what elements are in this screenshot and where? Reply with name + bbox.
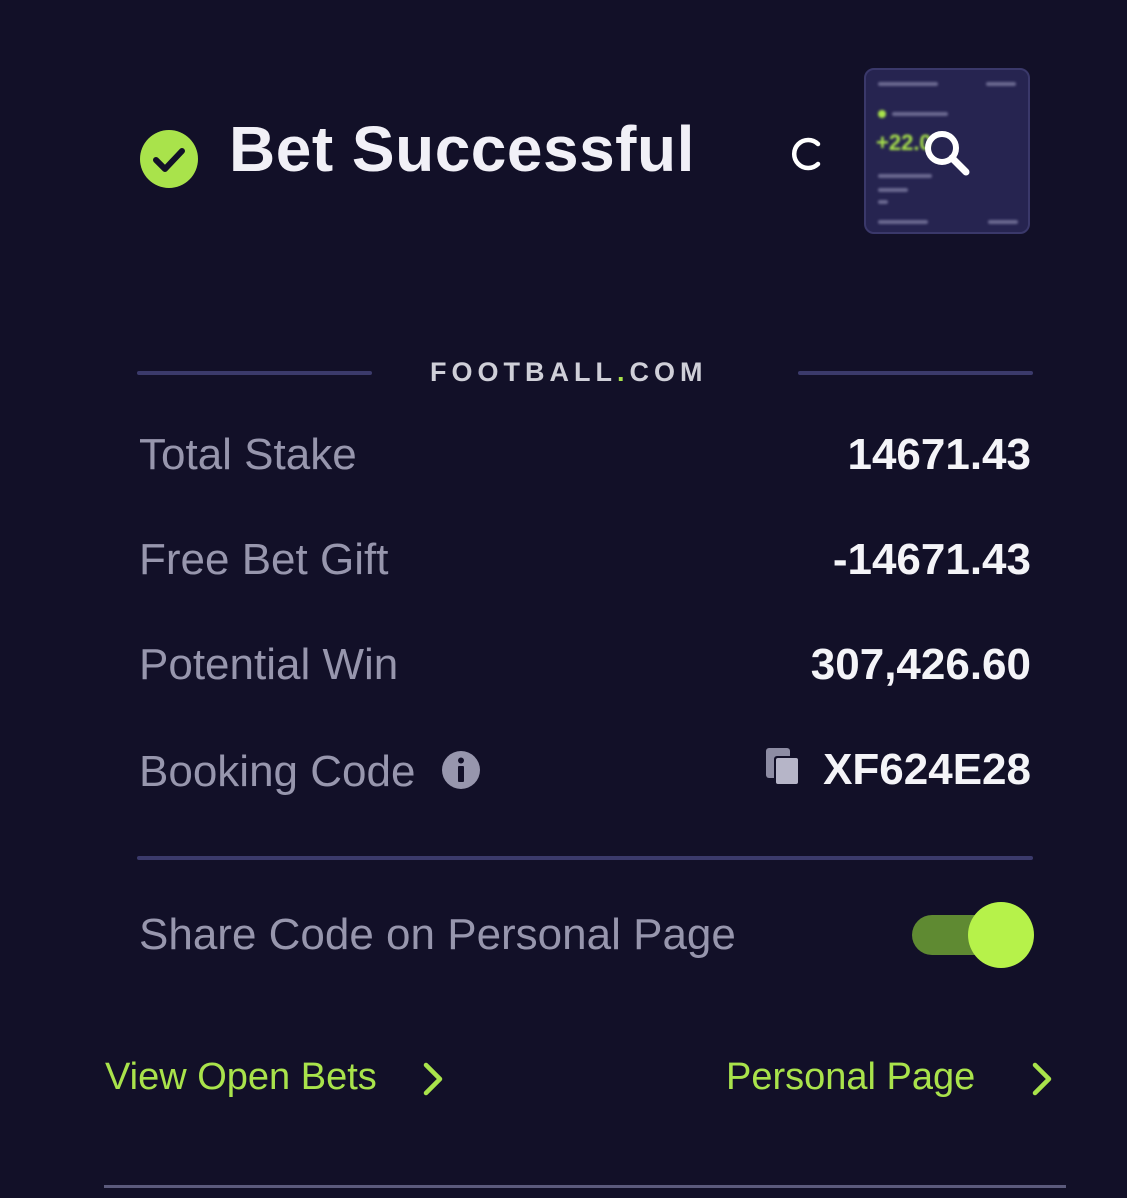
free-bet-gift-label: Free Bet Gift xyxy=(139,535,389,584)
info-icon[interactable] xyxy=(441,750,481,790)
bottom-divider xyxy=(104,1185,1066,1188)
potential-win-label: Potential Win xyxy=(139,640,399,689)
brand-divider-left xyxy=(137,371,372,375)
chevron-right-icon[interactable] xyxy=(418,1059,448,1099)
check-circle-icon xyxy=(140,130,198,188)
potential-win-value: 307,426.60 xyxy=(810,640,1031,689)
copy-icon[interactable] xyxy=(764,746,804,790)
page-title: Bet Successful xyxy=(229,113,695,185)
share-code-label: Share Code on Personal Page xyxy=(139,910,736,959)
section-divider xyxy=(137,856,1033,860)
zoom-icon xyxy=(925,131,970,176)
total-stake-label: Total Stake xyxy=(139,430,357,479)
share-code-toggle[interactable] xyxy=(912,902,1034,968)
chevron-right-icon[interactable] xyxy=(1027,1059,1057,1099)
refresh-icon[interactable] xyxy=(787,134,827,174)
view-open-bets-link[interactable]: View Open Bets xyxy=(105,1056,377,1099)
brand-logo: FOOTBALL.COM xyxy=(430,357,708,387)
toggle-knob xyxy=(968,902,1034,968)
bet-confirmation-screen: Bet Successful +22.0 FOOTBALL.COM Total … xyxy=(0,0,1127,1198)
personal-page-link[interactable]: Personal Page xyxy=(726,1056,975,1099)
brand-divider-right xyxy=(798,371,1033,375)
share-image-thumbnail[interactable]: +22.0 xyxy=(864,68,1030,234)
booking-code-label: Booking Code xyxy=(139,747,416,796)
booking-code-value[interactable]: XF624E28 xyxy=(823,745,1031,795)
free-bet-gift-value: -14671.43 xyxy=(832,535,1031,584)
total-stake-value: 14671.43 xyxy=(847,430,1031,479)
